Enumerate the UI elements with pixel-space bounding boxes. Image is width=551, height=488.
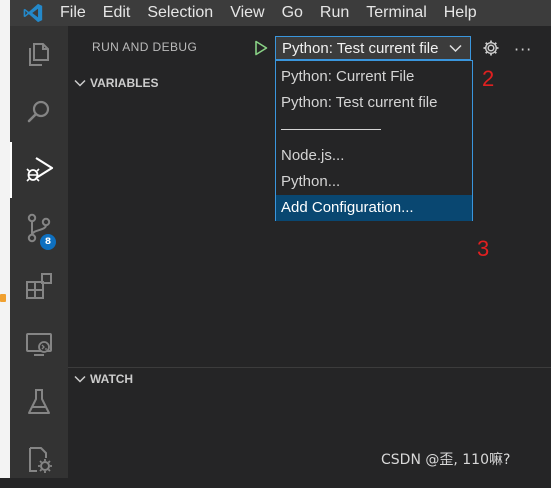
debug-config-dropdown: Python: Current File Python: Test curren… xyxy=(275,60,473,221)
dropdown-option[interactable]: Node.js... xyxy=(276,143,472,169)
menu-go[interactable]: Go xyxy=(282,0,303,26)
chevron-down-icon xyxy=(449,44,462,53)
vscode-logo-icon xyxy=(23,3,43,23)
menu-run[interactable]: Run xyxy=(320,0,349,26)
play-icon[interactable] xyxy=(254,40,268,56)
run-and-debug-icon xyxy=(26,157,54,182)
source-control-badge: 8 xyxy=(40,234,56,250)
activity-extensions[interactable] xyxy=(10,258,68,314)
dropdown-separator xyxy=(281,129,381,130)
gear-icon[interactable] xyxy=(482,39,500,57)
chevron-down-icon xyxy=(74,79,86,87)
editor-marker xyxy=(0,294,6,302)
remote-settings-icon xyxy=(29,447,52,473)
debug-config-select[interactable]: Python: Test current file xyxy=(275,36,471,60)
menu-edit[interactable]: Edit xyxy=(103,0,131,26)
chevron-down-icon xyxy=(74,375,86,383)
menu-file[interactable]: File xyxy=(60,0,86,26)
annotation-3: 3 xyxy=(477,236,490,261)
menu-terminal[interactable]: Terminal xyxy=(366,0,426,26)
dropdown-option[interactable]: Python: Current File xyxy=(276,64,472,90)
panel-title: RUN AND DEBUG xyxy=(92,40,198,54)
activity-search[interactable] xyxy=(10,84,68,140)
more-actions-icon[interactable]: ··· xyxy=(514,40,532,59)
dropdown-option-add-configuration[interactable]: Add Configuration... xyxy=(276,195,472,221)
dropdown-option[interactable]: Python: Test current file xyxy=(276,90,472,116)
menu-selection[interactable]: Selection xyxy=(147,0,213,26)
editor-edge xyxy=(0,0,10,478)
watch-section-header[interactable]: WATCH xyxy=(68,368,551,390)
annotation-2: 2 xyxy=(482,66,495,91)
dropdown-option[interactable]: Python... xyxy=(276,169,472,195)
search-icon xyxy=(27,100,50,123)
variables-section-title: VARIABLES xyxy=(90,76,159,90)
activity-remote-settings[interactable] xyxy=(10,432,68,488)
menu-help[interactable]: Help xyxy=(444,0,477,26)
remote-explorer-icon xyxy=(26,333,52,356)
menubar: File Edit Selection View Go Run Terminal… xyxy=(10,0,551,26)
watermark: CSDN @歪, 110嘛? xyxy=(381,452,511,468)
explorer-icon xyxy=(29,43,49,66)
activity-testing[interactable] xyxy=(10,374,68,430)
extensions-icon xyxy=(26,273,52,299)
activity-source-control[interactable]: 8 xyxy=(10,200,68,256)
watch-section-title: WATCH xyxy=(90,372,134,386)
activity-explorer[interactable] xyxy=(10,26,68,82)
menu-view[interactable]: View xyxy=(230,0,264,26)
debug-config-value: Python: Test current file xyxy=(282,39,439,57)
activity-run-and-debug[interactable] xyxy=(10,142,68,198)
testing-icon xyxy=(28,389,50,414)
activity-remote-explorer[interactable] xyxy=(10,316,68,372)
activity-bar: 8 xyxy=(10,26,68,478)
